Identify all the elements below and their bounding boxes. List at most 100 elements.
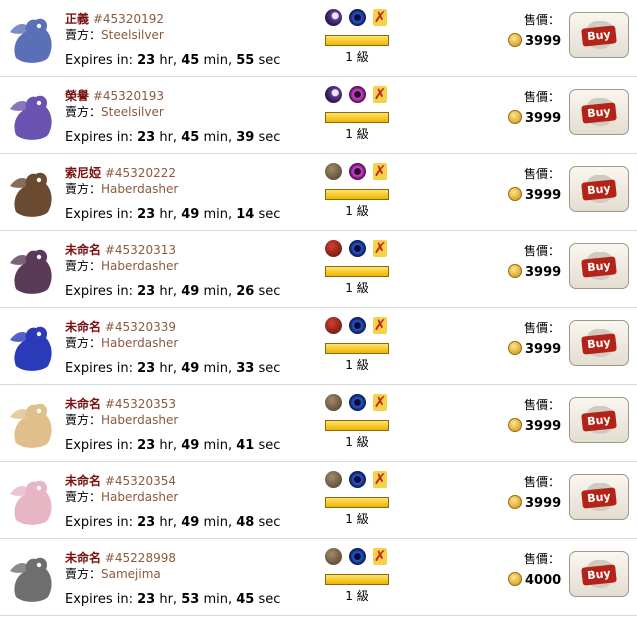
no-gene-x-icon: ✗: [373, 547, 387, 565]
xp-progress-bar: [325, 112, 389, 123]
dragon-image[interactable]: [6, 241, 58, 299]
dragon-id[interactable]: #45320193: [93, 89, 164, 103]
level-suffix: 級: [356, 589, 369, 603]
dragon-name[interactable]: 索尼婭: [65, 166, 101, 180]
price-value: 3999: [525, 419, 562, 434]
blue-eye-gene-icon: [349, 240, 366, 257]
expires-minutes: 49: [181, 438, 200, 453]
expires-hours: 23: [137, 284, 156, 299]
dragon-id[interactable]: #45320339: [105, 320, 176, 334]
expires-minutes: 45: [181, 53, 200, 68]
listing-row: 未命名 #45320339 賣方：Haberdasher Expires in:…: [0, 308, 637, 385]
seller-name[interactable]: Steelsilver: [101, 28, 164, 42]
red-rock-gene-icon: [325, 240, 342, 257]
dragon-image[interactable]: [6, 549, 58, 607]
price-label: 售價：: [524, 90, 561, 104]
expires-hours: 23: [137, 592, 156, 607]
dragon-name[interactable]: 正義: [65, 12, 89, 26]
expiry-countdown: Expires in: 23 hr, 49 min, 41 sec: [65, 438, 280, 453]
dragon-id[interactable]: #45320222: [105, 166, 176, 180]
price: 3999: [508, 341, 561, 357]
level-number: 1: [345, 204, 353, 218]
dragon-title: 未命名 #45320339: [65, 318, 176, 335]
dragon-name[interactable]: 未命名: [65, 320, 101, 334]
minutes-unit: min,: [203, 592, 233, 607]
level-suffix: 級: [356, 204, 369, 218]
expires-label: Expires in:: [65, 284, 133, 299]
no-gene-x-icon: ✗: [373, 316, 387, 334]
price-value: 3999: [525, 265, 562, 280]
dragon-image[interactable]: [6, 395, 58, 453]
price-value: 3999: [525, 34, 562, 49]
expiry-countdown: Expires in: 23 hr, 45 min, 39 sec: [65, 130, 280, 145]
buy-button[interactable]: Buy: [569, 243, 629, 289]
buy-label: Buy: [581, 179, 617, 201]
dragon-image[interactable]: [6, 87, 58, 145]
buy-button[interactable]: Buy: [569, 551, 629, 597]
expiry-countdown: Expires in: 23 hr, 49 min, 26 sec: [65, 284, 280, 299]
seller-name[interactable]: Haberdasher: [101, 182, 178, 196]
seller-name[interactable]: Steelsilver: [101, 105, 164, 119]
buy-button[interactable]: Buy: [569, 397, 629, 443]
buy-button[interactable]: Buy: [569, 12, 629, 58]
seller-name[interactable]: Haberdasher: [101, 336, 178, 350]
price-value: 4000: [525, 573, 562, 588]
dragon-level: 1 級: [325, 356, 389, 373]
gene-icons: ✗: [325, 86, 405, 106]
expires-seconds: 48: [236, 515, 255, 530]
seller-name[interactable]: Samejima: [101, 567, 161, 581]
no-gene-x-icon: ✗: [373, 470, 387, 488]
dragon-id[interactable]: #45320192: [93, 12, 164, 26]
seconds-unit: sec: [258, 53, 281, 68]
expiry-countdown: Expires in: 23 hr, 49 min, 48 sec: [65, 515, 280, 530]
dragon-id[interactable]: #45320354: [105, 474, 176, 488]
dragon-name[interactable]: 未命名: [65, 474, 101, 488]
dragon-id[interactable]: #45228998: [105, 551, 176, 565]
coin-icon: [508, 33, 522, 47]
dragon-id[interactable]: #45320313: [105, 243, 176, 257]
dragon-level: 1 級: [325, 202, 389, 219]
seconds-unit: sec: [258, 361, 281, 376]
price-label: 售價：: [524, 167, 561, 181]
expires-seconds: 45: [236, 592, 255, 607]
gene-icons: ✗: [325, 9, 405, 29]
seconds-unit: sec: [258, 515, 281, 530]
level-number: 1: [345, 358, 353, 372]
seller-name[interactable]: Haberdasher: [101, 490, 178, 504]
expiry-countdown: Expires in: 23 hr, 49 min, 33 sec: [65, 361, 280, 376]
dragon-image[interactable]: [6, 472, 58, 530]
xp-progress-bar: [325, 497, 389, 508]
buy-button[interactable]: Buy: [569, 474, 629, 520]
price-value: 3999: [525, 496, 562, 511]
price: 4000: [508, 572, 561, 588]
gene-icons: ✗: [325, 317, 405, 337]
buy-button[interactable]: Buy: [569, 89, 629, 135]
hours-unit: hr,: [159, 361, 178, 376]
xp-progress-bar: [325, 343, 389, 354]
market-listings: 正義 #45320192 賣方：Steelsilver Expires in: …: [0, 0, 637, 616]
purple-moon-gene-icon: [325, 86, 342, 103]
dragon-id[interactable]: #45320353: [105, 397, 176, 411]
dragon-image[interactable]: [6, 318, 58, 376]
seller-name[interactable]: Haberdasher: [101, 413, 178, 427]
listing-row: 未命名 #45320354 賣方：Haberdasher Expires in:…: [0, 462, 637, 539]
dragon-name[interactable]: 未命名: [65, 551, 101, 565]
expires-hours: 23: [137, 361, 156, 376]
dragon-name[interactable]: 榮譽: [65, 89, 89, 103]
coin-icon: [508, 341, 522, 355]
expires-seconds: 41: [236, 438, 255, 453]
gene-icons: ✗: [325, 471, 405, 491]
dragon-level: 1 級: [325, 587, 389, 604]
dragon-title: 未命名 #45320354: [65, 472, 176, 489]
hours-unit: hr,: [159, 515, 178, 530]
seller-name[interactable]: Haberdasher: [101, 259, 178, 273]
dragon-name[interactable]: 未命名: [65, 243, 101, 257]
dragon-image[interactable]: [6, 164, 58, 222]
expires-seconds: 26: [236, 284, 255, 299]
buy-button[interactable]: Buy: [569, 166, 629, 212]
brown-rock-gene-icon: [325, 163, 342, 180]
no-gene-x-icon: ✗: [373, 85, 387, 103]
dragon-name[interactable]: 未命名: [65, 397, 101, 411]
buy-button[interactable]: Buy: [569, 320, 629, 366]
dragon-image[interactable]: [6, 10, 58, 68]
